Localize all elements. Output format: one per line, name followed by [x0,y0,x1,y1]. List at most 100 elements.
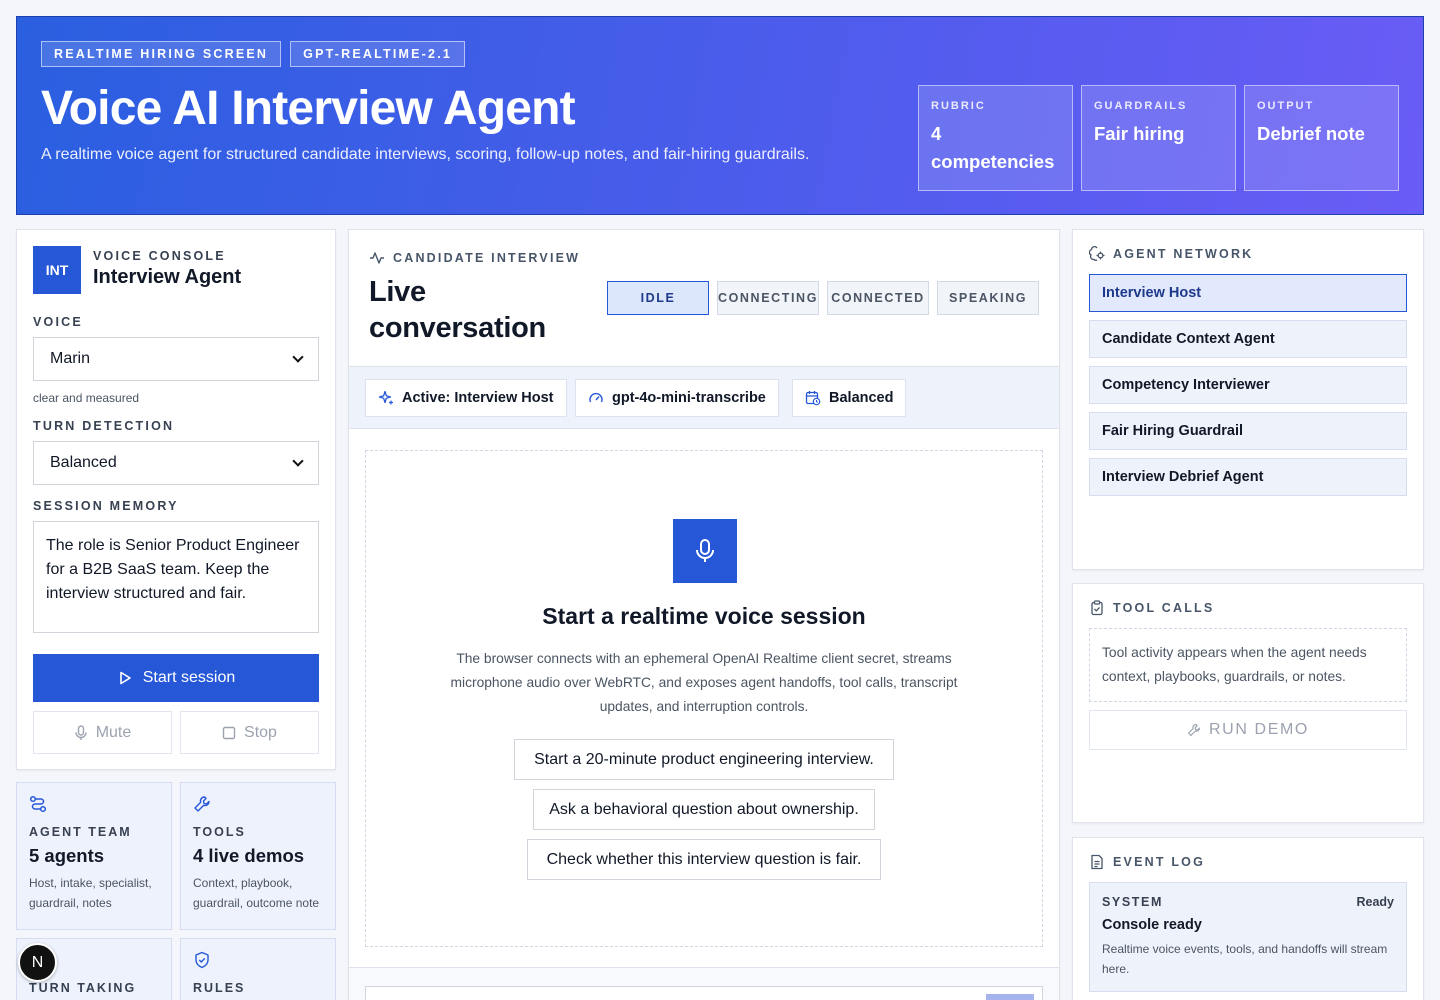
turn-mode-label: Balanced [829,390,894,406]
dev-tools-badge[interactable]: N [18,943,57,982]
shield-check-icon [195,951,209,969]
event-title: Console ready [1102,917,1202,933]
event-source: SYSTEM [1102,895,1163,909]
start-session-button[interactable]: Start session [33,654,319,702]
tool-calls-panel: TOOL CALLS Tool activity appears when th… [1072,583,1424,823]
status-connecting[interactable]: CONNECTING [717,281,819,315]
send-button[interactable] [986,994,1034,1000]
start-session-label: Start session [142,669,236,686]
voice-hint: clear and measured [33,391,140,405]
rules-card: RULES [180,938,336,1000]
turn-mode-pill: Balanced [792,379,907,417]
interview-eyebrow-row: CANDIDATE INTERVIEW [369,250,580,266]
session-memory-textarea[interactable]: The role is Senior Product Engineer for … [33,521,319,633]
status-connected[interactable]: CONNECTED [827,281,929,315]
transcribe-model-label: gpt-4o-mini-transcribe [612,390,766,406]
gauge-icon [589,392,603,403]
hero-stats: RUBRIC 4 competencies GUARDRAILS Fair hi… [918,85,1399,191]
file-text-icon [1091,854,1103,870]
composer-input[interactable] [365,986,1043,1000]
console-title: Interview Agent [93,266,242,288]
stat-rubric: RUBRIC 4 competencies [918,85,1073,191]
mic-badge [673,519,737,583]
hero-chip: REALTIME HIRING SCREEN [41,41,282,67]
tool-calls-placeholder: Tool activity appears when the agent nee… [1089,628,1407,702]
mini-desc: Context, playbook, guardrail, outcome no… [193,876,320,910]
tools-card: TOOLS 4 live demos Context, playbook, gu… [180,782,336,930]
mini-value: 5 agents [29,845,105,866]
session-memory-label: SESSION MEMORY [33,499,179,513]
agent-item-candidate-context[interactable]: Candidate Context Agent [1089,320,1407,358]
stat-value: 4 competencies [931,123,1055,172]
mini-label: AGENT TEAM [29,825,132,839]
agent-network-header: AGENT NETWORK [1089,246,1253,262]
agent-item-competency-interviewer[interactable]: Competency Interviewer [1089,366,1407,404]
voice-select[interactable]: Marin [33,337,319,381]
stat-label: GUARDRAILS [1094,100,1188,112]
event-log-panel: EVENT LOG SYSTEM Ready Console ready Rea… [1072,837,1424,1000]
chevron-down-icon [292,351,304,363]
empty-state-description: The browser connects with an ephemeral O… [450,651,958,714]
agent-item-fair-hiring-guardrail[interactable]: Fair Hiring Guardrail [1089,412,1407,450]
suggested-prompt-button[interactable]: Check whether this interview question is… [527,839,881,880]
stat-value: Fair hiring [1094,123,1185,144]
stop-label: Stop [244,723,277,741]
hero-chips: REALTIME HIRING SCREEN GPT-REALTIME-2.1 [41,41,466,67]
brain-cog-icon [1089,246,1105,261]
mic-icon [75,724,87,740]
event-status: Ready [1356,895,1394,909]
event-item: SYSTEM Ready Console ready Realtime voic… [1089,882,1407,992]
status-idle[interactable]: IDLE [607,281,709,315]
composer-area [349,967,1059,1000]
calendar-clock-icon [805,391,821,406]
mic-icon [696,539,714,562]
interview-eyebrow: CANDIDATE INTERVIEW [393,251,581,265]
hero-chip: GPT-REALTIME-2.1 [290,41,466,67]
voice-select-value: Marin [50,350,91,367]
turn-detection-value: Balanced [50,454,117,471]
mute-button[interactable]: Mute [33,711,172,754]
agent-avatar: INT [33,246,81,294]
sparkles-icon [378,390,393,405]
interview-title: Live conversation [369,276,546,344]
status-speaking[interactable]: SPEAKING [937,281,1039,315]
mini-value: 4 live demos [193,845,305,866]
session-info-bar: Active: Interview Host gpt-4o-mini-trans… [349,366,1059,429]
stat-label: RUBRIC [931,100,986,112]
stop-icon [222,726,236,739]
stat-guardrails: GUARDRAILS Fair hiring [1081,85,1236,191]
mini-label: TOOLS [193,825,246,839]
agent-item-interview-debrief[interactable]: Interview Debrief Agent [1089,458,1407,496]
tool-calls-title: TOOL CALLS [1113,601,1215,615]
mute-label: Mute [95,723,132,741]
run-demo-label: RUN DEMO [1209,721,1309,738]
agent-network-panel: AGENT NETWORK Interview Host Candidate C… [1072,229,1424,570]
transcribe-model-pill: gpt-4o-mini-transcribe [575,379,779,417]
active-agent-label: Active: Interview Host [402,390,554,406]
transcript-empty-state: Start a realtime voice session The brows… [365,450,1043,947]
turn-detection-label: TURN DETECTION [33,419,175,433]
event-log-header: EVENT LOG [1089,854,1205,870]
stat-label: OUTPUT [1257,100,1315,112]
agent-team-card: AGENT TEAM 5 agents Host, intake, specia… [16,782,172,930]
hero-banner: REALTIME HIRING SCREEN GPT-REALTIME-2.1 … [16,16,1424,215]
stat-value: Debrief note [1257,123,1365,144]
turn-detection-select[interactable]: Balanced [33,441,319,485]
suggested-prompt-button[interactable]: Start a 20-minute product engineering in… [514,739,894,780]
stop-button[interactable]: Stop [180,711,319,754]
wrench-icon [194,796,210,812]
suggested-prompt-button[interactable]: Ask a behavioral question about ownershi… [533,789,875,830]
active-agent-pill: Active: Interview Host [365,379,567,417]
run-demo-button[interactable]: RUN DEMO [1089,710,1407,750]
voice-console: INT VOICE CONSOLE Interview Agent VOICE … [16,229,336,770]
mini-desc: Host, intake, specialist, guardrail, not… [29,876,152,910]
play-icon [119,671,131,685]
clipboard-check-icon [1091,600,1103,616]
agent-item-interview-host[interactable]: Interview Host [1089,274,1407,312]
agent-network-title: AGENT NETWORK [1113,247,1254,261]
chevron-down-icon [292,455,304,467]
voice-label: VOICE [33,315,83,329]
stat-output: OUTPUT Debrief note [1244,85,1399,191]
hero-description: A realtime voice agent for structured ca… [41,146,810,163]
wrench-icon [1188,723,1201,737]
